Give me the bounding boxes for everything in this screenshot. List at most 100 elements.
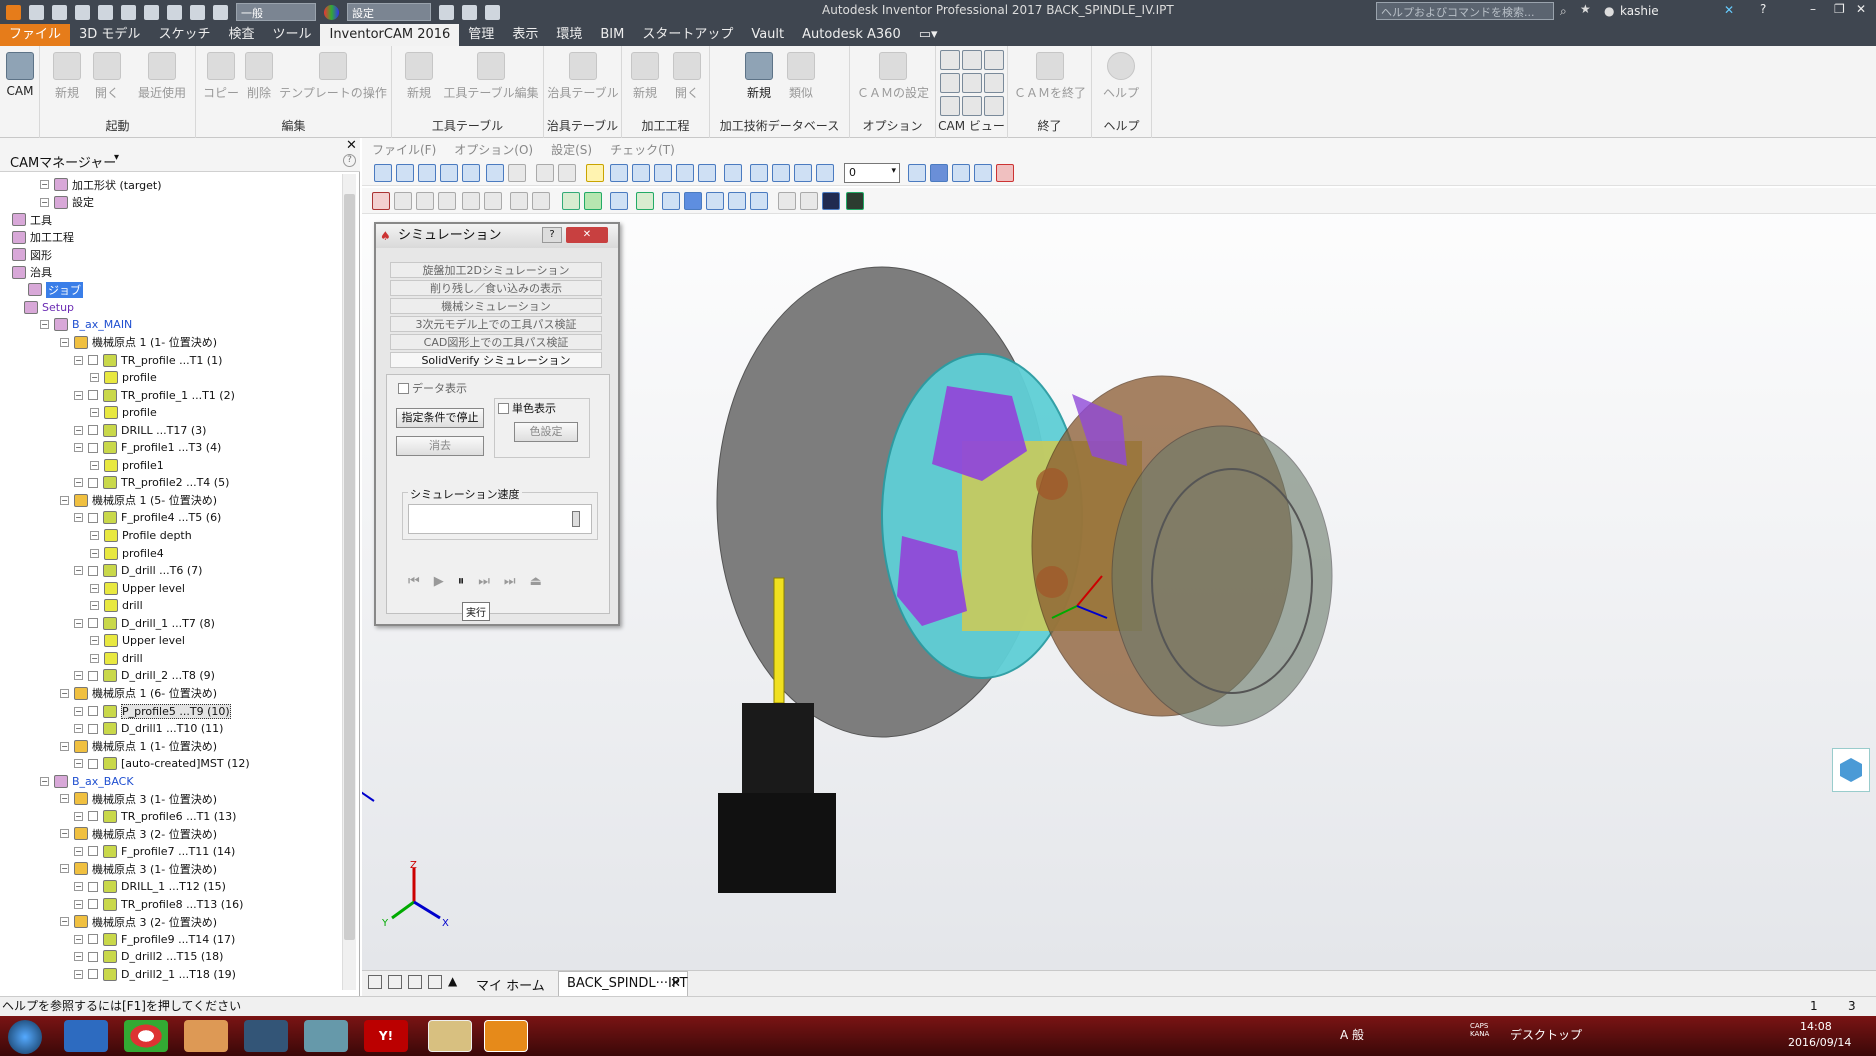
appearance-dropdown[interactable]: 設定 [347,3,431,21]
tree-row[interactable]: − 機械原点 3 (1- 位置決め) [60,790,217,807]
paste-view-icon[interactable] [558,164,576,182]
vp-menu-settings[interactable]: 設定(S) [551,141,592,158]
tree-row[interactable]: − F_profile9 ...T14 (17) [74,931,235,948]
menu-more-icon[interactable]: ▭▾ [910,24,947,46]
tree-expand-icon[interactable]: − [74,952,83,962]
tray-ime[interactable]: A 般 [1340,1026,1364,1043]
close-icon[interactable]: ✕ [1856,2,1866,16]
tree-checkbox[interactable] [88,670,98,681]
tree-row[interactable]: − P_profile5 ...T9 (10) [74,703,231,720]
screen-icon[interactable] [822,192,840,210]
tree-expand-icon[interactable]: − [74,882,83,891]
help-icon[interactable]: ? [1760,2,1766,16]
tree-row[interactable]: − TR_profile8 ...T13 (16) [74,896,243,913]
light-icon[interactable] [586,164,604,182]
tree-row[interactable]: − D_drill2 ...T15 (18) [74,948,223,965]
grid-d-icon[interactable] [750,192,768,210]
undo-icon[interactable] [98,4,113,20]
tree-expand-icon[interactable]: − [60,864,69,874]
tree-row[interactable]: − D_drill ...T6 (7) [74,562,202,579]
stock-display-icon[interactable] [372,192,390,210]
tree-row[interactable]: − 機械原点 1 (1- 位置決め) [60,738,217,755]
tree-scrollbar-thumb[interactable] [344,194,355,940]
step-back-icon[interactable]: ⏮ [408,574,420,594]
tree-expand-icon[interactable]: − [60,829,69,839]
tree-row[interactable]: − DRILL ...T17 (3) [74,422,206,439]
tree-expand-icon[interactable]: − [60,688,69,698]
menu-inspect[interactable]: 検査 [219,24,263,46]
cam-button[interactable]: CAM [0,50,40,98]
view-cube-4-icon[interactable] [676,164,694,182]
tree-row[interactable]: − Upper level [90,580,185,597]
zoom-icon[interactable] [374,164,392,182]
refresh-icon[interactable] [510,192,528,210]
process-group-label[interactable]: 加工工程 [622,117,709,134]
tree-expand-icon[interactable]: − [74,478,83,488]
tree-expand-icon[interactable]: − [60,741,69,751]
tree-expand-icon[interactable]: − [90,373,99,383]
tree-row[interactable]: − 機械原点 1 (1- 位置決め) [60,334,217,351]
tab-close-icon[interactable]: ✕ [670,976,681,991]
sim-mode-rest-material[interactable]: 削り残し／食い込みの表示 [390,280,602,296]
grid-b-icon[interactable] [706,192,724,210]
update-icon[interactable] [190,4,205,20]
tree-row[interactable]: − F_profile4 ...T5 (6) [74,509,221,526]
delete-button[interactable]: 削除 [238,50,280,101]
user-icon[interactable]: ● [1604,4,1614,18]
copy-view-icon[interactable] [536,164,554,182]
menu-a360[interactable]: Autodesk A360 [793,24,910,46]
tree-checkbox[interactable] [88,758,98,769]
cam-exit-button[interactable]: ＣＡＭを終了 [1010,50,1090,101]
tool-table-group-label[interactable]: 工具テーブル [392,117,543,134]
select-icon[interactable] [167,4,182,20]
hidden-view-icon[interactable] [952,164,970,182]
tree-row[interactable]: − TR_profile_1 ...T1 (2) [74,387,235,404]
tree-row[interactable]: − drill [90,597,143,614]
vertical-view-icon[interactable] [428,975,442,989]
machine-display-icon[interactable] [484,192,502,210]
tree-row[interactable]: − TR_profile ...T1 (1) [74,352,222,369]
view-front-icon[interactable] [984,50,1004,70]
app-logo-icon[interactable] [6,4,21,20]
tree-expand-icon[interactable]: − [74,969,83,979]
tree-row[interactable]: − F_profile1 ...T3 (4) [74,439,221,456]
tool-display-icon[interactable] [394,192,412,210]
tree-checkbox[interactable] [88,951,98,962]
tree-row[interactable]: − 機械原点 1 (6- 位置決め) [60,685,217,702]
edge-view-icon[interactable] [974,164,992,182]
sim-mode-solidverify[interactable]: SolidVerify シミュレーション [390,352,602,368]
view-shaded-icon[interactable] [984,96,1004,116]
tree-row[interactable]: − Upper level [90,632,185,649]
zoom-fit-icon[interactable] [462,164,480,182]
tree-expand-icon[interactable]: − [40,197,49,207]
tree-row[interactable]: − 機械原点 3 (2- 位置決め) [60,825,217,842]
view-dimetric-icon[interactable] [962,96,982,116]
help-button[interactable]: ヘルプ [1100,50,1142,101]
tree-expand-icon[interactable]: − [74,566,83,576]
tab-menu-icon[interactable]: ▲ [448,974,457,988]
vp-menu-options[interactable]: オプション(O) [454,141,533,158]
star-icon[interactable]: ★ [1580,2,1591,16]
startup-group-label[interactable]: 起動 [40,117,195,134]
cam-settings-button[interactable]: ＣＡＭの設定 [854,50,932,101]
tool-table-edit-button[interactable]: 工具テーブル編集 [442,50,540,101]
appearance-icon[interactable] [324,4,339,20]
jig-table-button[interactable]: 治具テーブル [544,50,622,101]
startup-recent-button[interactable]: 最近使用 [134,50,190,101]
tree-row[interactable]: ジョブ [28,281,83,298]
tree-expand-icon[interactable]: − [60,495,69,505]
menu-3d-model[interactable]: 3D モデル [70,24,149,46]
tree-checkbox[interactable] [88,425,98,436]
tree-expand-icon[interactable]: − [74,513,83,523]
verify-icon[interactable] [636,192,654,210]
menu-tools[interactable]: ツール [263,24,320,46]
taskbar-ie-icon[interactable] [64,1020,108,1052]
fixture-display-icon[interactable] [462,192,480,210]
options-group-label[interactable]: オプション [850,117,935,134]
spindle-icon[interactable] [584,192,602,210]
tree-expand-icon[interactable]: − [74,390,83,400]
taskbar-mail-icon[interactable] [244,1020,288,1052]
tool-green-icon[interactable] [562,192,580,210]
sim-mode-3d-toolpath[interactable]: 3次元モデル上での工具パス検証 [390,316,602,332]
clip-icon[interactable] [794,164,812,182]
